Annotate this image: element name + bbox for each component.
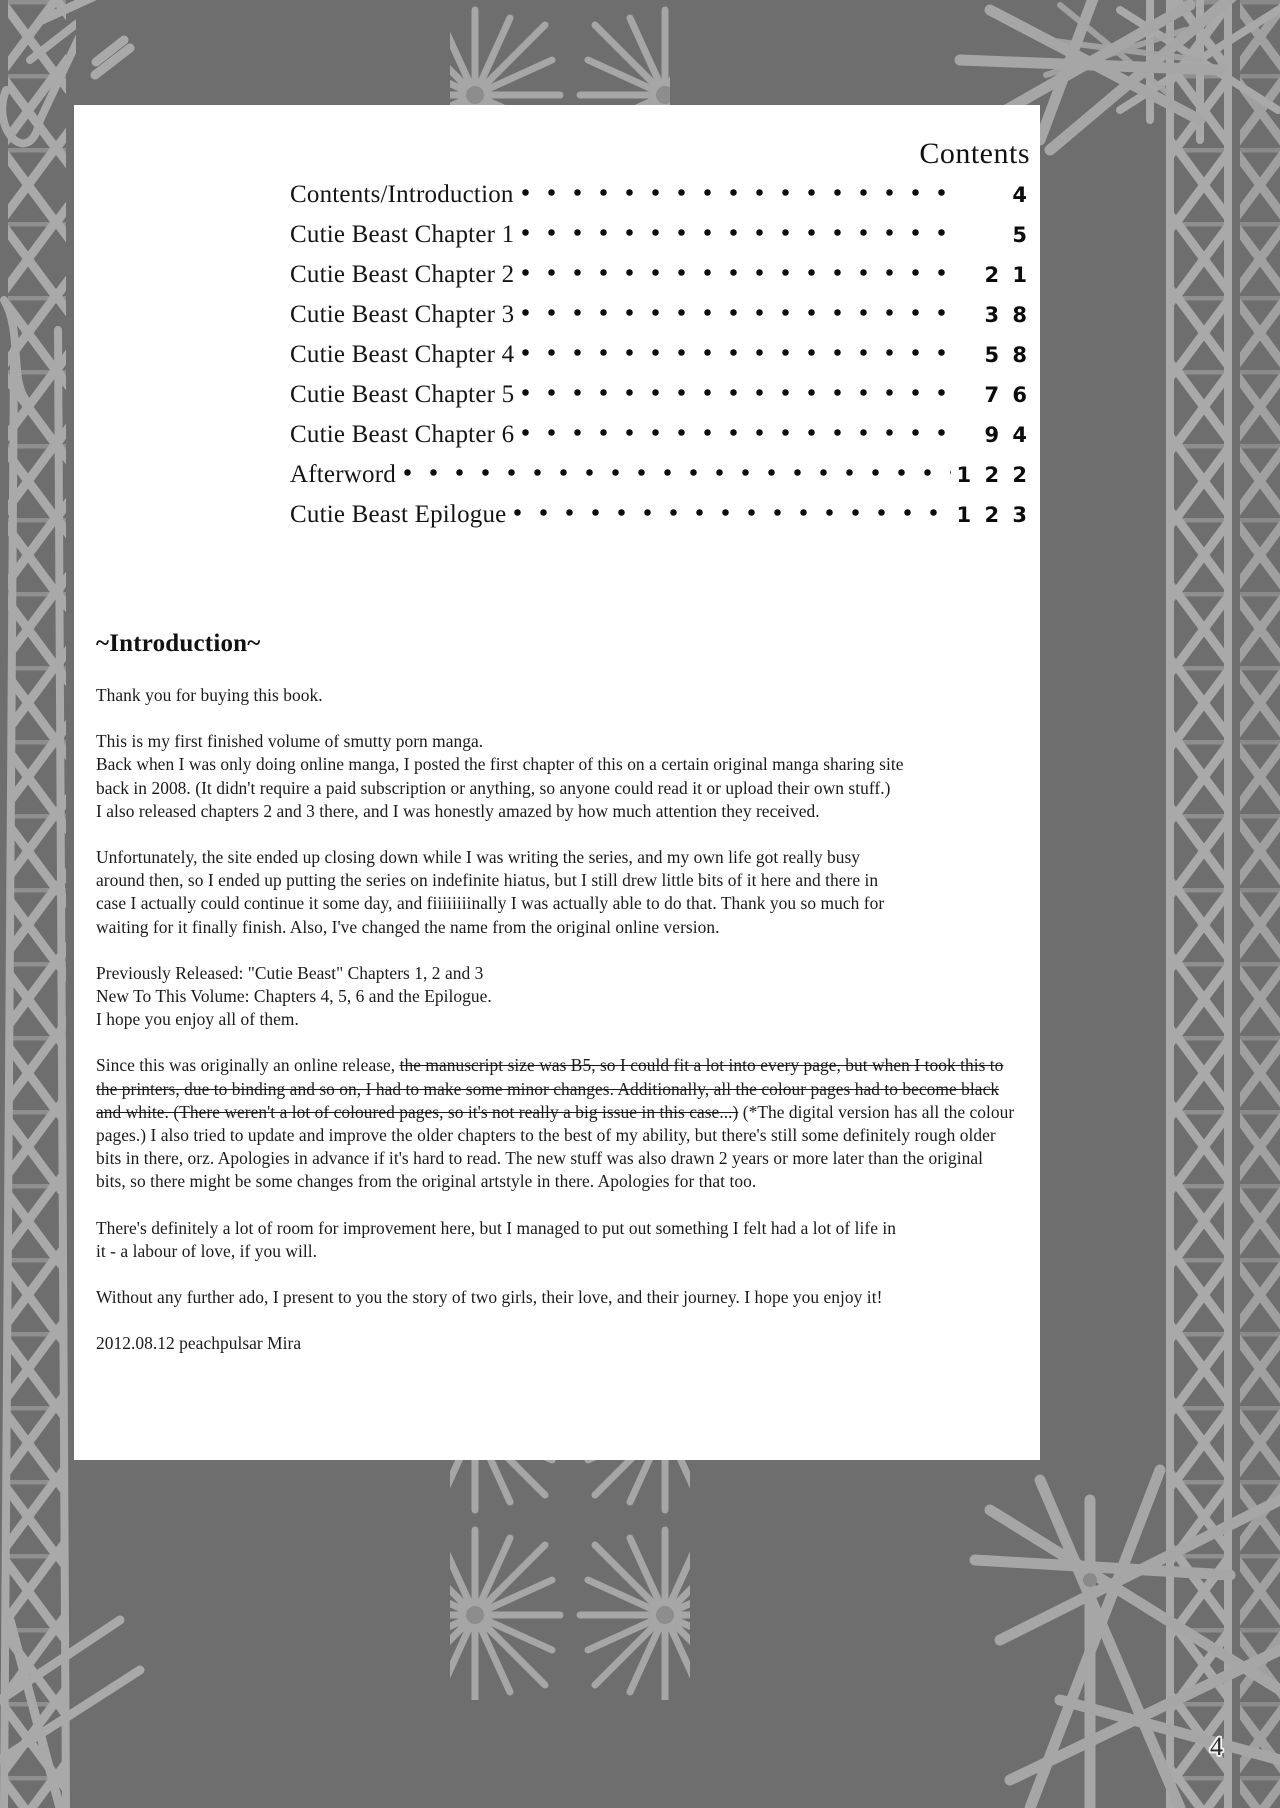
- toc-entry-page: 9 4: [984, 423, 1030, 447]
- intro-struck-intro: Since this was originally an online rele…: [96, 1055, 400, 1076]
- intro-line: Unfortunately, the site ended up closing…: [96, 847, 861, 868]
- intro-line: waiting for it finally finish. Also, I'v…: [96, 916, 720, 937]
- toc-entry-chapter-4[interactable]: Cutie Beast Chapter 4 5 8: [74, 337, 1040, 377]
- intro-line: This is my first finished volume of smut…: [96, 731, 484, 752]
- toc-entry-page: 4: [1012, 183, 1030, 207]
- toc-entry-page: 5: [1012, 223, 1030, 247]
- intro-line: back in 2008. (It didn't require a paid …: [96, 777, 891, 798]
- toc-entry-chapter-2[interactable]: Cutie Beast Chapter 2 2 1: [74, 257, 1040, 297]
- toc-leader-dots: [522, 337, 952, 362]
- intro-line: it - a labour of love, if you will.: [96, 1240, 318, 1261]
- toc-entry-label: Cutie Beast Chapter 1: [290, 221, 515, 248]
- toc-entry-page: 1 2 2: [956, 463, 1030, 487]
- toc-entry-label: Cutie Beast Chapter 5: [290, 381, 515, 408]
- introduction-heading: ~Introduction~: [96, 630, 261, 657]
- toc-entry-page: 7 6: [984, 383, 1030, 407]
- intro-line: I also released chapters 2 and 3 there, …: [96, 800, 820, 821]
- toc-leader-dots: [522, 417, 952, 442]
- toc-leader-dots: [403, 457, 951, 482]
- intro-paragraph-labour-of-love: There's definitely a lot of room for imp…: [96, 1217, 1016, 1263]
- contents-heading: Contents: [919, 137, 1030, 170]
- toc-entry-label: Contents/Introduction: [290, 181, 514, 208]
- toc-entry-chapter-6[interactable]: Cutie Beast Chapter 6 9 4: [74, 417, 1040, 457]
- toc-leader-dots: [522, 217, 952, 242]
- toc-entry-contents-introduction[interactable]: Contents/Introduction 4: [74, 177, 1040, 217]
- toc-entry-chapter-3[interactable]: Cutie Beast Chapter 3 3 8: [74, 297, 1040, 337]
- page-number-folio: 4: [1210, 1732, 1223, 1761]
- toc-entry-page: 1 2 3: [956, 503, 1030, 527]
- toc-entry-label: Cutie Beast Chapter 6: [290, 421, 515, 448]
- toc-entry-page: 3 8: [984, 303, 1030, 327]
- toc-entry-label: Cutie Beast Chapter 2: [290, 261, 515, 288]
- toc-leader-dots: [521, 177, 953, 202]
- toc-leader-dots: [522, 377, 952, 402]
- toc-entry-epilogue[interactable]: Cutie Beast Epilogue 1 2 3: [74, 497, 1040, 537]
- intro-line: There's definitely a lot of room for imp…: [96, 1217, 897, 1238]
- intro-line: around then, so I ended up putting the s…: [96, 870, 879, 891]
- toc-entry-label: Cutie Beast Epilogue: [290, 501, 507, 528]
- toc-entry-chapter-1[interactable]: Cutie Beast Chapter 1 5: [74, 217, 1040, 257]
- toc-entry-chapter-5[interactable]: Cutie Beast Chapter 5 7 6: [74, 377, 1040, 417]
- toc-entry-afterword[interactable]: Afterword 1 2 2: [74, 457, 1040, 497]
- toc-entry-label: Cutie Beast Chapter 4: [290, 341, 515, 368]
- intro-paragraph-thanks: Thank you for buying this book.: [96, 684, 1016, 707]
- intro-paragraph-closing: Without any further ado, I present to yo…: [96, 1286, 1016, 1309]
- toc-leader-dots: [522, 257, 952, 282]
- toc-entry-page: 2 1: [984, 263, 1030, 287]
- intro-line: Without any further ado, I present to yo…: [96, 1287, 883, 1308]
- toc-entry-label: Cutie Beast Chapter 3: [290, 301, 515, 328]
- intro-paragraph-release-list: Previously Released: "Cutie Beast" Chapt…: [96, 962, 1016, 1032]
- intro-line: Thank you for buying this book.: [96, 685, 323, 705]
- intro-line: New To This Volume: Chapters 4, 5, 6 and…: [96, 986, 492, 1007]
- page-sheet: Contents Contents/Introduction 4 Cutie B…: [74, 105, 1040, 1460]
- introduction-section: ~Introduction~ Thank you for buying this…: [96, 630, 1016, 1355]
- table-of-contents: Contents Contents/Introduction 4 Cutie B…: [74, 105, 1040, 537]
- toc-entry-label: Afterword: [290, 461, 396, 488]
- intro-paragraph-manuscript-note: Since this was originally an online rele…: [96, 1054, 1016, 1193]
- intro-line: Previously Released: "Cutie Beast" Chapt…: [96, 962, 484, 983]
- intro-paragraph-signature: 2012.08.12 peachpulsar Mira: [96, 1332, 1016, 1355]
- intro-paragraph-first-volume: This is my first finished volume of smut…: [96, 730, 1016, 823]
- intro-line: I hope you enjoy all of them.: [96, 1009, 299, 1030]
- intro-line: Back when I was only doing online manga,…: [96, 754, 904, 775]
- intro-line: 2012.08.12 peachpulsar Mira: [96, 1333, 302, 1354]
- toc-entry-page: 5 8: [984, 343, 1030, 367]
- intro-line: case I actually could continue it some d…: [96, 893, 885, 914]
- toc-leader-dots: [514, 497, 951, 522]
- toc-leader-dots: [522, 297, 952, 322]
- intro-paragraph-hiatus: Unfortunately, the site ended up closing…: [96, 846, 1016, 939]
